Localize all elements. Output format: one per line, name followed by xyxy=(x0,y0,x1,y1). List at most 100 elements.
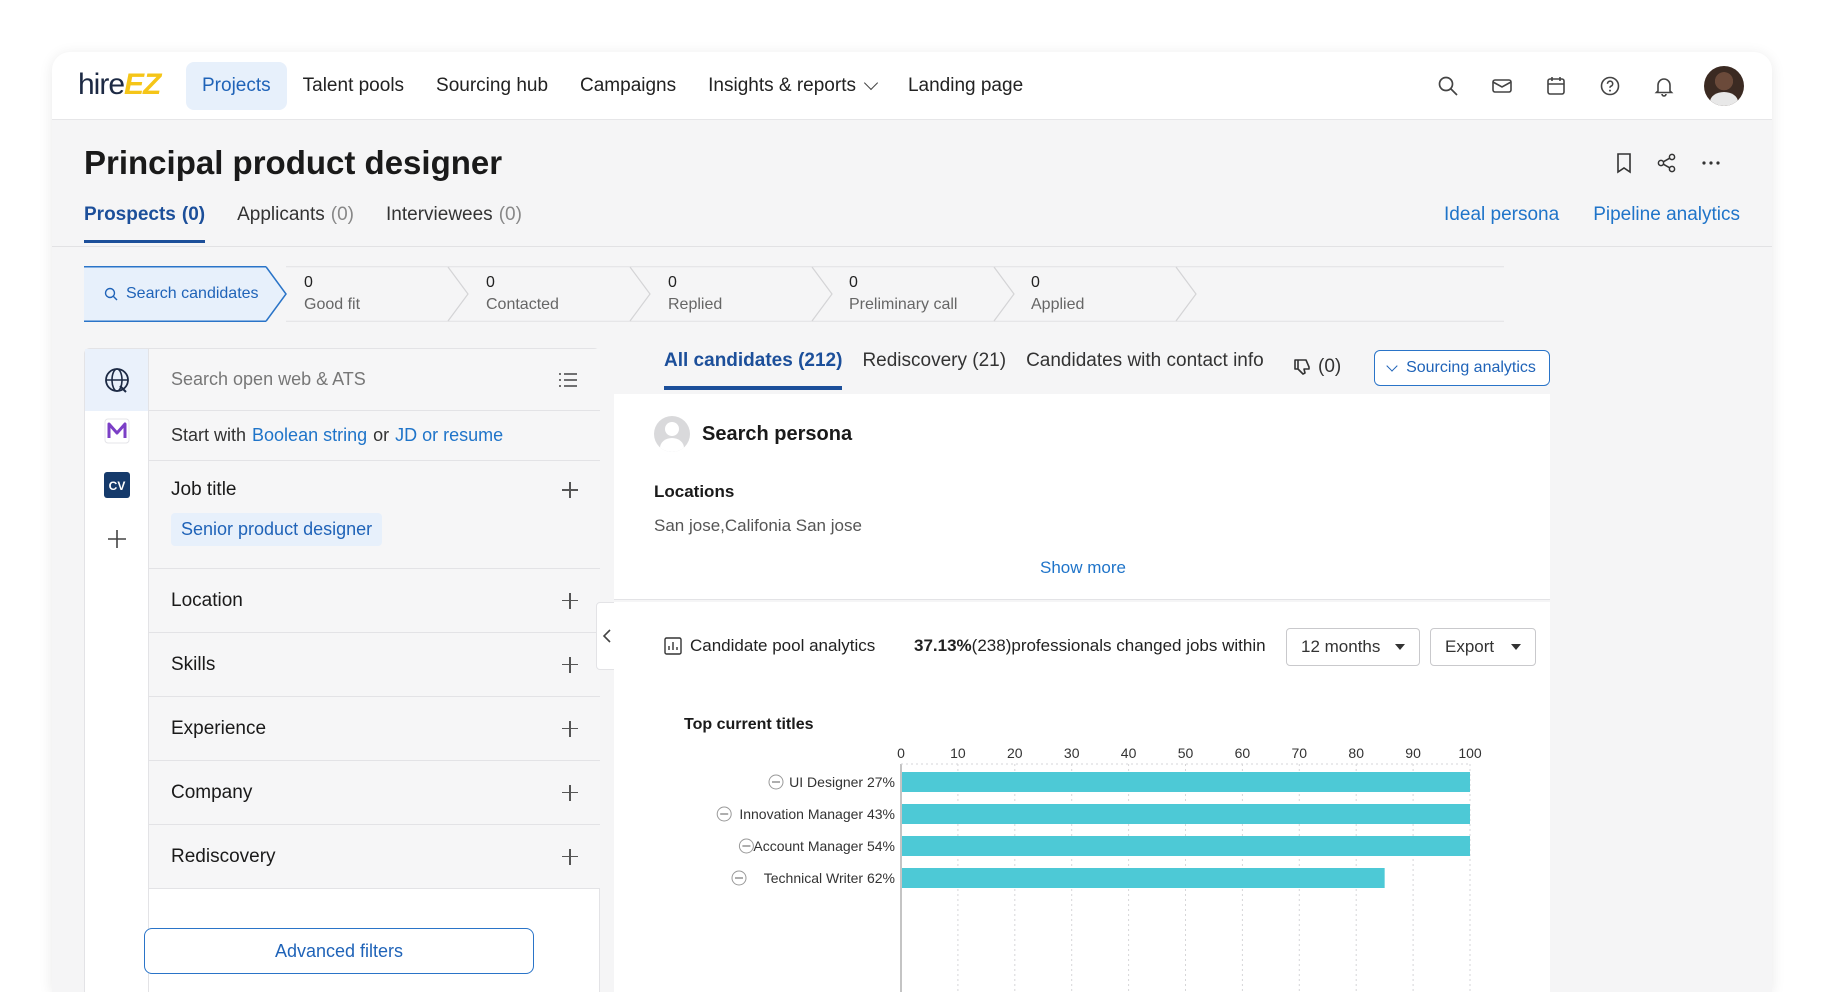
share-icon[interactable] xyxy=(1656,152,1678,179)
tab-contact-info[interactable]: Candidates with contact info xyxy=(1026,350,1264,390)
stage-applied[interactable]: 0 Applied xyxy=(1031,266,1084,322)
pipeline-bar: Search candidates 0 Good fit 0 Contacted 0… xyxy=(84,266,1504,322)
x-tick-label: 80 xyxy=(1348,745,1364,761)
export-select[interactable]: Export xyxy=(1430,628,1536,666)
persona-header: Search persona xyxy=(654,416,852,452)
x-tick-label: 70 xyxy=(1292,745,1308,761)
sourcing-analytics-button[interactable]: Sourcing analytics xyxy=(1374,350,1550,386)
plus-icon[interactable] xyxy=(562,592,578,609)
project-tabs: Prospects (0) Applicants (0) Interviewees(… xyxy=(84,204,522,243)
x-tick-label: 10 xyxy=(950,745,966,761)
plus-icon[interactable] xyxy=(562,720,578,737)
candidate-tabs: All candidates (212) Rediscovery (21) Ca… xyxy=(664,350,1264,390)
pipeline-analytics-link[interactable]: Pipeline analytics xyxy=(1593,204,1740,226)
filter-location[interactable]: Location xyxy=(149,569,600,633)
plus-icon[interactable] xyxy=(562,656,578,673)
x-tick-label: 50 xyxy=(1178,745,1194,761)
x-tick-label: 30 xyxy=(1064,745,1080,761)
page-title: Principal product designer xyxy=(84,144,503,181)
open-web-source[interactable] xyxy=(85,349,148,411)
category-label: Technical Writer 62% xyxy=(764,870,895,886)
tab-rediscovery[interactable]: Rediscovery (21) xyxy=(862,350,1006,390)
filter-rediscovery[interactable]: Rediscovery xyxy=(149,825,600,889)
header-divider xyxy=(52,246,1772,247)
category-label: Account Manager 54% xyxy=(753,838,895,854)
x-tick-label: 20 xyxy=(1007,745,1023,761)
job-title-chip[interactable]: Senior product designer xyxy=(171,513,383,546)
top-titles-chart: 0 10 20 30 40 50 60 70 80 90 100 UI Designer 27% Inn… xyxy=(716,745,1482,992)
x-tick-label: 90 xyxy=(1405,745,1421,761)
x-tick-label: 60 xyxy=(1235,745,1251,761)
tab-prospects[interactable]: Prospects (0) xyxy=(84,204,206,243)
show-more-link[interactable]: Show more xyxy=(1040,558,1126,578)
source-sidebar: CV xyxy=(85,349,149,992)
m-source-icon[interactable] xyxy=(101,415,133,447)
search-input[interactable]: Search open web & ATS xyxy=(149,349,600,411)
boolean-string-link[interactable]: Boolean string xyxy=(252,425,367,446)
nav-talent-pools[interactable]: Talent pools xyxy=(287,62,420,110)
nav-campaigns[interactable]: Campaigns xyxy=(564,62,692,110)
bell-icon[interactable] xyxy=(1650,72,1678,100)
help-icon[interactable] xyxy=(1596,72,1624,100)
search-icon[interactable] xyxy=(1434,72,1462,100)
plus-icon[interactable] xyxy=(562,848,578,865)
filter-experience[interactable]: Experience xyxy=(149,697,600,761)
tab-applicants[interactable]: Applicants (0) xyxy=(237,204,354,243)
nav-sourcing-hub[interactable]: Sourcing hub xyxy=(420,62,564,110)
x-tick-label: 0 xyxy=(897,745,905,761)
nav-insights-reports[interactable]: Insights & reports xyxy=(692,62,892,110)
search-filters: Search open web & ATS Start with Boolean… xyxy=(149,349,600,889)
header-links: Ideal persona Pipeline analytics xyxy=(1444,204,1740,226)
category-label: UI Designer 27% xyxy=(789,774,895,790)
thumbs-down-filter[interactable]: (0) xyxy=(1292,356,1341,378)
start-with-row: Start with Boolean string or JD or resum… xyxy=(149,411,600,461)
user-avatar[interactable] xyxy=(1704,66,1744,106)
ideal-persona-link[interactable]: Ideal persona xyxy=(1444,204,1559,226)
search-panel: CV Search open web & ATS Start with Bool… xyxy=(84,348,600,992)
chevron-down-icon xyxy=(863,75,879,91)
tab-all-candidates[interactable]: All candidates (212) xyxy=(664,350,843,390)
advanced-filters-button[interactable]: Advanced filters xyxy=(144,928,534,974)
bar xyxy=(902,804,1470,824)
mail-icon[interactable] xyxy=(1488,72,1516,100)
stage-good-fit[interactable]: 0 Good fit xyxy=(304,266,360,322)
search-candidates-button[interactable]: Search candidates xyxy=(84,266,298,322)
period-select[interactable]: 12 months xyxy=(1286,628,1420,666)
calendar-icon[interactable] xyxy=(1542,72,1570,100)
filter-skills[interactable]: Skills xyxy=(149,633,600,697)
category-label: Innovation Manager 43% xyxy=(739,806,895,822)
analytics-title: Candidate pool analytics xyxy=(664,636,875,656)
chevron-down-icon xyxy=(1386,359,1398,372)
jd-resume-link[interactable]: JD or resume xyxy=(395,425,503,446)
plus-icon[interactable] xyxy=(562,784,578,801)
nav-landing-page[interactable]: Landing page xyxy=(892,62,1039,110)
bookmark-icon[interactable] xyxy=(1614,152,1634,179)
caret-down-icon xyxy=(1395,644,1405,650)
stage-preliminary-call[interactable]: 0 Preliminary call xyxy=(849,266,957,322)
list-icon[interactable] xyxy=(558,371,578,389)
nav-projects[interactable]: Projects xyxy=(186,62,287,110)
nav-icons xyxy=(1434,66,1744,106)
filter-company[interactable]: Company xyxy=(149,761,600,825)
search-icon xyxy=(104,287,118,301)
job-change-stat: 37.13%(238)professionals changed jobs wi… xyxy=(914,636,1266,655)
add-source-icon[interactable] xyxy=(101,523,133,555)
globe-icon xyxy=(104,368,129,393)
bar-chart-icon xyxy=(664,637,682,655)
top-nav: hireEZ Projects Talent pools Sourcing hu… xyxy=(52,52,1772,120)
locations-label: Locations xyxy=(654,482,735,501)
cv-source-icon[interactable]: CV xyxy=(101,469,133,501)
search-persona-card: Search persona Locations San jose,Califo… xyxy=(614,394,1550,600)
hireez-logo[interactable]: hireEZ xyxy=(78,68,161,102)
stage-replied[interactable]: 0 Replied xyxy=(668,266,722,322)
plus-icon[interactable] xyxy=(562,482,578,498)
stage-contacted[interactable]: 0 Contacted xyxy=(486,266,559,322)
nav-items: Projects Talent pools Sourcing hub Campa… xyxy=(186,62,1039,110)
more-icon[interactable] xyxy=(1700,152,1722,179)
tab-interviewees[interactable]: Interviewees (0) xyxy=(386,204,522,243)
caret-down-icon xyxy=(1511,644,1521,650)
locations-value: San jose,Califonia San jose xyxy=(654,516,862,535)
bar xyxy=(902,836,1470,856)
filter-job-title: Job title Senior product designer xyxy=(149,461,600,569)
svg-text:CV: CV xyxy=(109,479,126,493)
